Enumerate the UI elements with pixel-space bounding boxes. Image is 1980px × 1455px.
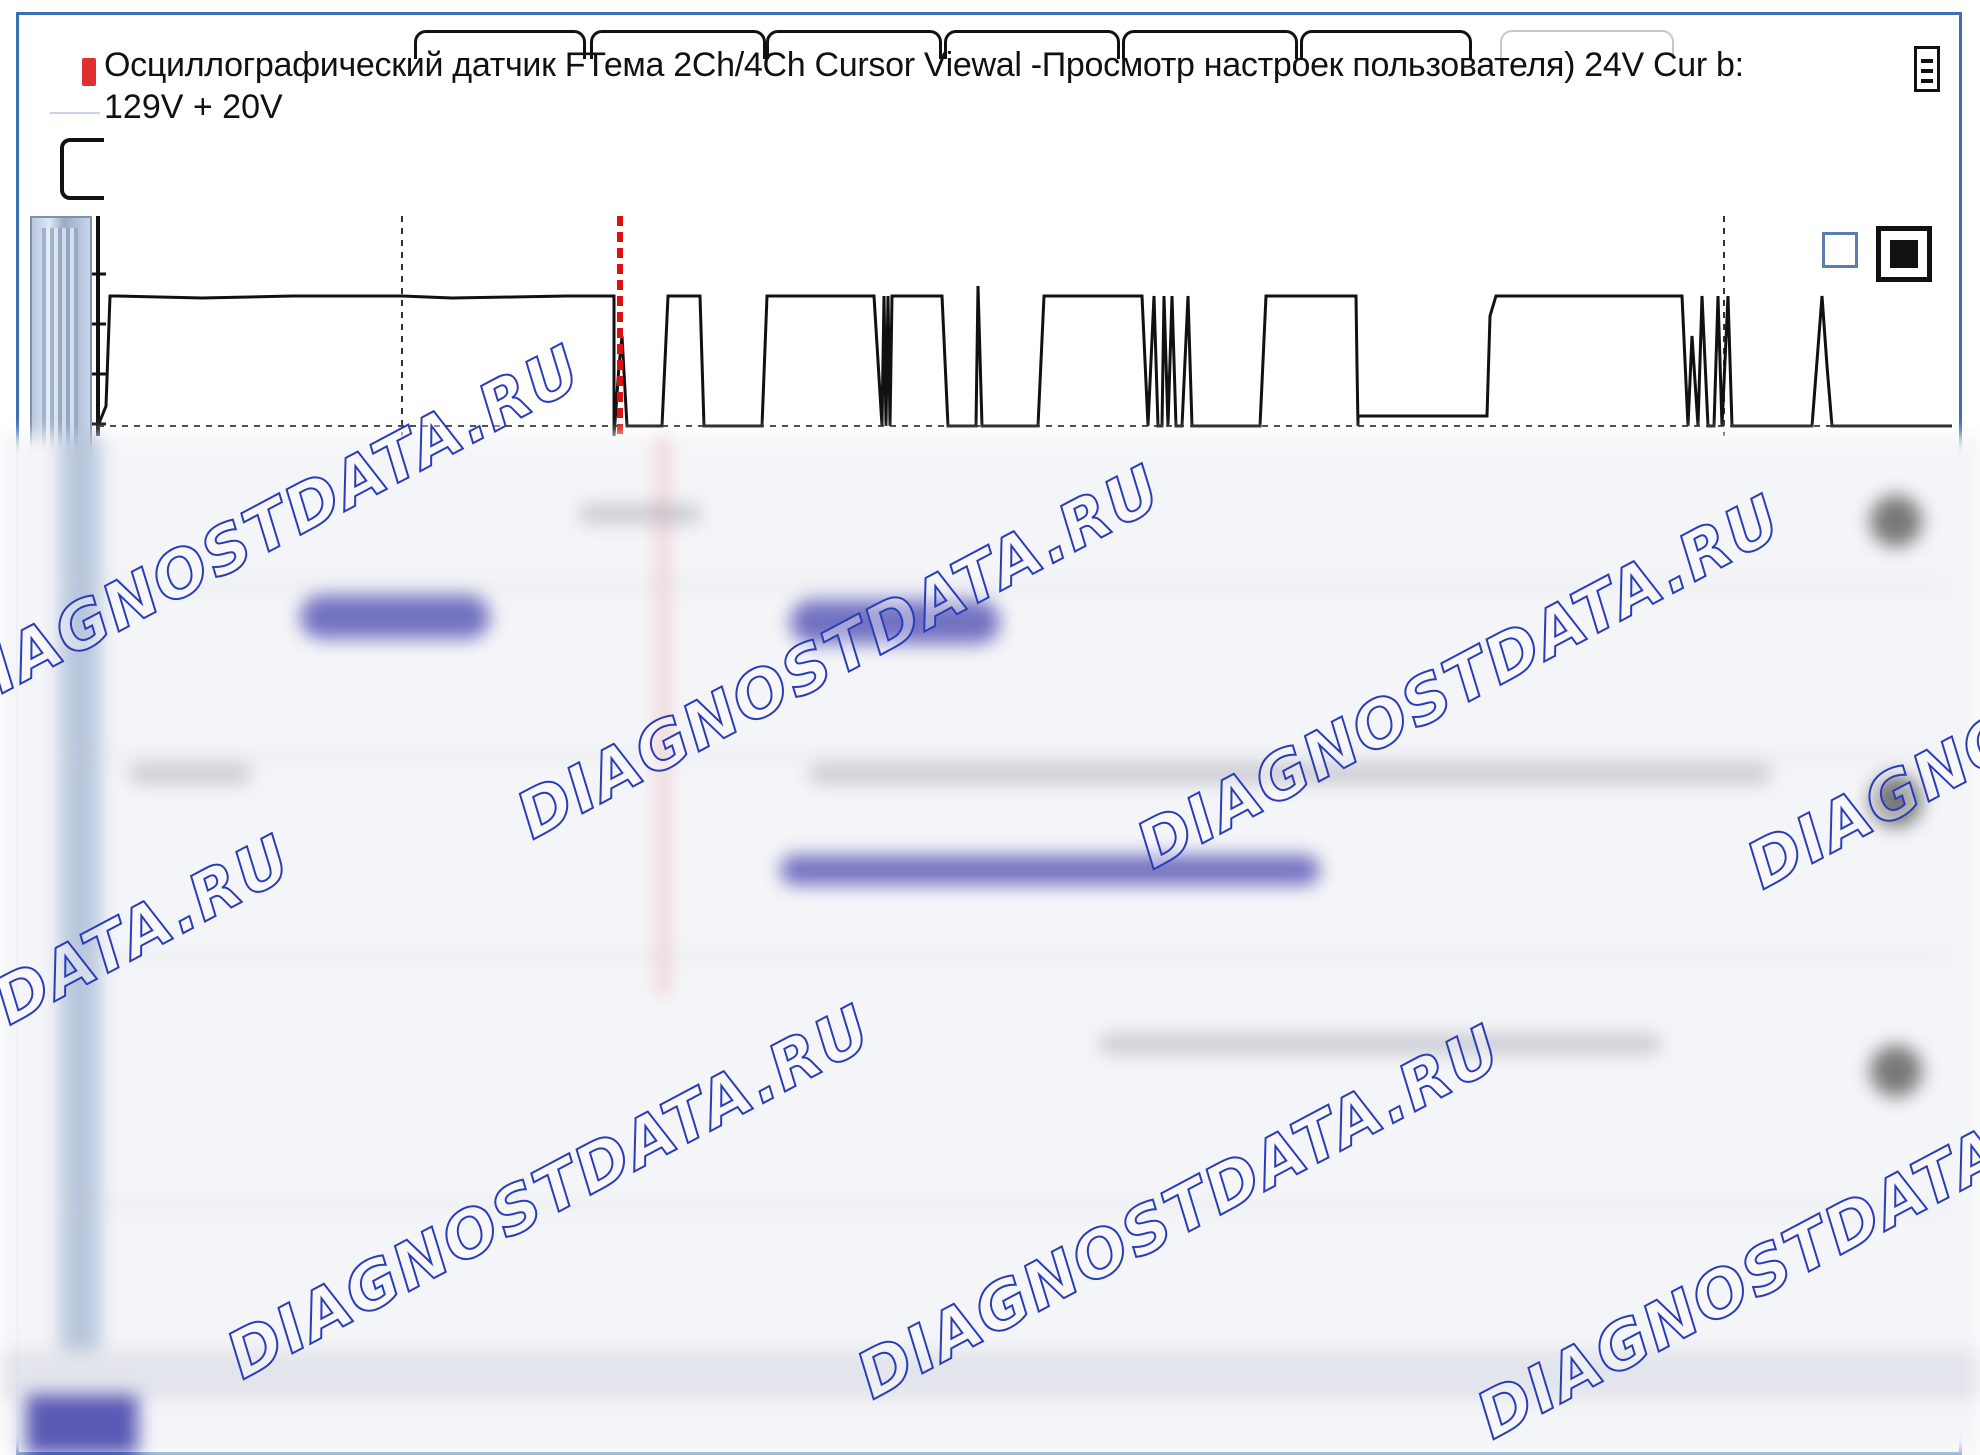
signal-trace <box>96 285 1952 437</box>
window-title: Осциллографический датчик FТема 2Ch/4Ch … <box>104 46 1744 84</box>
scale-readout: 129V + 20V <box>104 88 283 126</box>
scale-rule <box>50 112 100 114</box>
left-bracket-icon <box>60 138 104 200</box>
filled-view-icon[interactable] <box>1876 226 1932 282</box>
menu-icon[interactable] <box>1914 46 1940 92</box>
single-view-icon[interactable] <box>1822 232 1858 268</box>
app-icon <box>82 58 96 86</box>
